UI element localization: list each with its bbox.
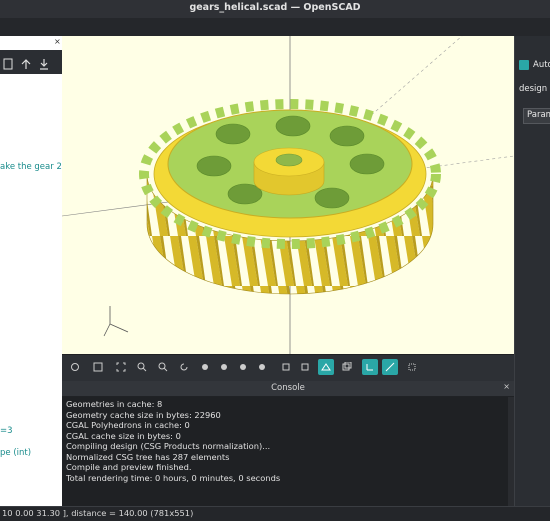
zoom-out-icon[interactable] (155, 359, 171, 375)
orthogonal-icon[interactable] (339, 359, 355, 375)
parameters-tab[interactable]: Parame (523, 108, 550, 124)
automatic-preview-label: Autom (533, 60, 550, 70)
view-toolbar (62, 354, 514, 381)
view-left-icon[interactable] (254, 359, 270, 375)
title-bar: gears_helical.scad — OpenSCAD (0, 0, 550, 19)
view-right-icon[interactable] (197, 359, 213, 375)
view-all-icon[interactable] (113, 359, 129, 375)
console-title: Console (271, 383, 305, 393)
view-front-icon[interactable] (278, 359, 294, 375)
menu-band (0, 18, 550, 36)
gear-hub-bore (275, 153, 303, 167)
console-message: Normalized CSG tree has 287 elements (66, 451, 230, 462)
show-scale-icon[interactable] (382, 359, 398, 375)
editor-close-icon[interactable]: × (54, 37, 61, 46)
automatic-preview-checkbox[interactable] (519, 60, 529, 70)
status-text: 10 0.00 31.30 ], distance = 140.00 (781x… (2, 508, 194, 518)
show-edges-icon[interactable] (404, 359, 420, 375)
zoom-in-icon[interactable] (134, 359, 150, 375)
console-pane: Console × Geometries in cache: 8 Geometr… (62, 381, 514, 506)
console-message: Compile and preview finished. (66, 462, 192, 472)
new-file-icon[interactable] (2, 55, 14, 70)
code-line: ake the gear 2x (0, 162, 67, 172)
perspective-icon[interactable] (318, 359, 334, 375)
console-log: Geometries in cache: 8 Geometry cache si… (62, 397, 514, 485)
parameters-tab-label: Parame (527, 110, 550, 120)
preview-button-icon[interactable] (67, 359, 83, 375)
customizer-pane: Autom design de Parame (514, 36, 550, 506)
show-axes-icon[interactable] (362, 359, 378, 375)
editor-pane[interactable]: × ake the gear 2x =3 pe (int) (0, 36, 67, 506)
console-close-icon[interactable]: × (503, 382, 510, 391)
export-stl-icon[interactable] (38, 55, 50, 70)
code-line: =3 (0, 426, 13, 436)
export-icon[interactable] (20, 55, 32, 69)
window-title: gears_helical.scad — OpenSCAD (189, 2, 361, 13)
console-message: CGAL cache size in bytes: 0 (66, 430, 181, 441)
reset-view-icon[interactable] (176, 359, 192, 375)
gear-render (62, 36, 514, 354)
code-line: pe (int) (0, 448, 32, 458)
3d-viewport[interactable] (62, 36, 514, 354)
design-preset-label: design de (519, 84, 550, 94)
view-bottom-icon[interactable] (235, 359, 251, 375)
console-header: Console × (62, 381, 514, 397)
console-message: Compiling design (CSG Products normaliza… (66, 441, 271, 451)
console-message: CGAL Polyhedrons in cache: 0 (66, 420, 190, 430)
axis-gizmo (103, 306, 129, 337)
status-bar: 10 0.00 31.30 ], distance = 140.00 (781x… (0, 506, 550, 521)
console-message: Total rendering time: 0 hours, 0 minutes… (66, 472, 281, 483)
render-icon[interactable] (90, 359, 106, 375)
console-message: Geometries in cache: 8 (66, 399, 163, 409)
console-message: Geometry cache size in bytes: 22960 (66, 409, 221, 420)
editor-toolbar (0, 50, 62, 74)
view-back-icon[interactable] (297, 359, 313, 375)
view-top-icon[interactable] (216, 359, 232, 375)
